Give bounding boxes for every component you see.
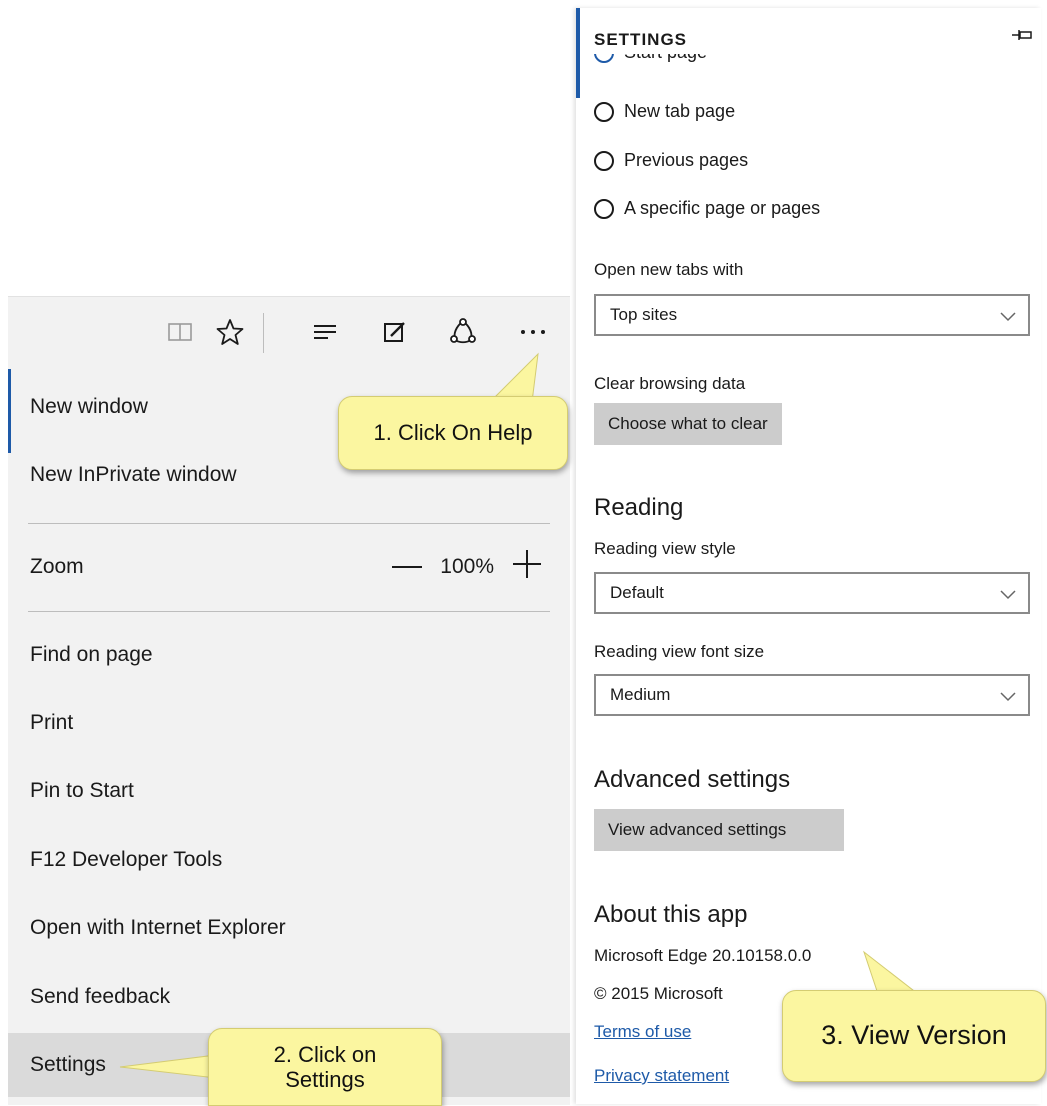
clear-browsing-data-label: Clear browsing data (594, 374, 746, 393)
radio-specific-page[interactable]: A specific page or pages (594, 198, 820, 219)
view-advanced-settings-button[interactable]: View advanced settings (594, 809, 844, 851)
menu-item-pin-to-start[interactable]: Pin to Start (8, 759, 570, 823)
web-note-icon[interactable] (378, 315, 412, 349)
pin-icon[interactable] (1011, 28, 1033, 47)
zoom-in-button[interactable] (512, 549, 542, 585)
callout-2-pointer (119, 1054, 217, 1079)
open-new-tabs-select[interactable]: Top sites (594, 294, 1030, 336)
settings-accent-bar (576, 8, 580, 98)
share-icon[interactable] (446, 315, 480, 349)
advanced-settings-heading: Advanced settings (594, 766, 791, 793)
reading-heading: Reading (594, 494, 684, 521)
zoom-value: 100% (440, 555, 494, 578)
radio-circle (594, 198, 614, 219)
settings-title: SETTINGS (594, 30, 688, 49)
radio-previous-pages[interactable]: Previous pages (594, 150, 748, 171)
chevron-down-icon (1000, 307, 1016, 327)
terms-of-use-link[interactable]: Terms of use (594, 1022, 691, 1042)
radio-circle (594, 150, 614, 171)
reading-view-style-label: Reading view style (594, 539, 736, 558)
menu-item-open-with-ie[interactable]: Open with Internet Explorer (8, 896, 570, 960)
toolbar-divider (263, 313, 264, 353)
version-text: Microsoft Edge 20.10158.0.0 (594, 946, 812, 965)
hub-icon[interactable] (308, 315, 342, 349)
callout-click-on-help: 1. Click On Help (338, 396, 568, 470)
favorites-star-icon[interactable] (213, 315, 247, 349)
radio-circle (594, 101, 614, 122)
menu-item-zoom: Zoom 100% (8, 535, 570, 599)
choose-what-to-clear-button[interactable]: Choose what to clear (594, 403, 782, 445)
reading-view-font-size-select[interactable]: Medium (594, 674, 1030, 716)
callout-click-on-settings: 2. Click on Settings (208, 1028, 442, 1106)
more-actions-icon[interactable] (516, 315, 550, 349)
browser-toolbar (8, 297, 570, 369)
menu-item-print[interactable]: Print (8, 691, 570, 755)
radio-circle (594, 54, 614, 63)
copyright-text: © 2015 Microsoft (594, 984, 723, 1003)
reading-view-style-select[interactable]: Default (594, 572, 1030, 614)
settings-panel: SETTINGS Start page New tab page Previou… (576, 8, 1041, 1104)
reading-view-icon[interactable] (163, 315, 197, 349)
chevron-down-icon (1000, 687, 1016, 707)
menu-item-find-on-page[interactable]: Find on page (8, 623, 570, 687)
menu-separator (28, 611, 550, 612)
zoom-out-button[interactable] (392, 566, 423, 568)
chevron-down-icon (1000, 585, 1016, 605)
menu-item-send-feedback[interactable]: Send feedback (8, 965, 570, 1029)
scroll-clip: Start page (576, 54, 1041, 76)
radio-start-page[interactable]: Start page (594, 54, 707, 63)
reading-view-font-size-label: Reading view font size (594, 642, 765, 661)
callout-view-version: 3. View Version (782, 990, 1046, 1082)
privacy-statement-link[interactable]: Privacy statement (594, 1066, 729, 1086)
radio-new-tab-page[interactable]: New tab page (594, 101, 735, 122)
menu-item-f12-developer-tools[interactable]: F12 Developer Tools (8, 828, 570, 892)
zoom-controls: 100% (392, 535, 542, 599)
menu-separator (28, 523, 550, 524)
open-new-tabs-label: Open new tabs with (594, 260, 744, 279)
about-this-app-heading: About this app (594, 901, 748, 928)
